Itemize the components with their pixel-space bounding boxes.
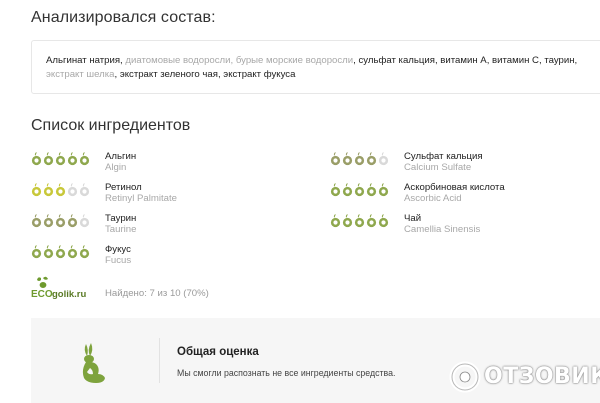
ingredient-latin-name: Taurine: [105, 224, 137, 235]
overall-title: Общая оценка: [177, 346, 259, 358]
ecogolik-logo-eco: ECO: [31, 289, 53, 300]
safety-rating: [31, 152, 90, 166]
composition-part: экстракт шелка: [46, 69, 115, 80]
safety-rating: [330, 183, 389, 197]
ingredient-name: Ретинол: [105, 182, 142, 193]
leaf-filled-icon: [366, 214, 377, 228]
leaf-filled-icon: [79, 245, 90, 259]
leaf-filled-icon: [67, 214, 78, 228]
leaf-filled-icon: [330, 183, 341, 197]
leaf-filled-icon: [31, 214, 42, 228]
leaf-filled-icon: [43, 214, 54, 228]
panel-divider: [159, 338, 160, 383]
composition-part: экстракт зеленого чая: [119, 69, 218, 80]
composition-part: экстракт фукуса: [223, 69, 296, 80]
leaf-filled-icon: [330, 214, 341, 228]
leaf-filled-icon: [330, 152, 341, 166]
overall-subtitle: Мы смогли распознать не все ингредиенты …: [177, 368, 396, 378]
leaf-filled-icon: [378, 214, 389, 228]
leaf-filled-icon: [55, 214, 66, 228]
composition-box: Альгинат натрия, диатомовые водоросли, б…: [31, 40, 600, 94]
leaf-filled-icon: [31, 245, 42, 259]
composition-part: витамин А: [440, 55, 487, 66]
ingredients-heading: Список ингредиентов: [31, 117, 191, 134]
leaf-filled-icon: [43, 152, 54, 166]
leaf-filled-icon: [67, 245, 78, 259]
leaf-filled-icon: [366, 152, 377, 166]
composition-part: диатомовые водоросли: [125, 55, 231, 66]
ingredient-name: Альгин: [105, 151, 137, 162]
leaf-filled-icon: [354, 183, 365, 197]
otzovik-watermark: ОТЗОВИК: [448, 358, 600, 396]
leaf-filled-icon: [67, 152, 78, 166]
leaf-filled-icon: [366, 183, 377, 197]
composition-part: бурые морские водоросли: [235, 55, 354, 66]
leaf-empty-icon: [79, 183, 90, 197]
leaf-empty-icon: [378, 152, 389, 166]
ingredient-latin-name: Ascorbic Acid: [404, 193, 462, 204]
safety-rating: [330, 152, 389, 166]
ingredient-latin-name: Fucus: [105, 255, 132, 266]
composition-part: таурин: [544, 55, 575, 66]
leaf-filled-icon: [31, 183, 42, 197]
leaf-filled-icon: [342, 152, 353, 166]
leaf-filled-icon: [354, 214, 365, 228]
composition-part: витамин С: [492, 55, 539, 66]
leaf-filled-icon: [43, 245, 54, 259]
leaf-filled-icon: [378, 183, 389, 197]
leaf-empty-icon: [79, 214, 90, 228]
composition-part: Альгинат натрия: [46, 55, 121, 66]
leaf-filled-icon: [342, 183, 353, 197]
leaf-filled-icon: [31, 152, 42, 166]
leaf-empty-icon: [67, 183, 78, 197]
leaf-filled-icon: [43, 183, 54, 197]
ingredient-name: Сульфат кальция: [404, 151, 483, 162]
composition-part: ,: [574, 55, 578, 66]
ingredient-name: Аскорбиновая кислота: [404, 182, 505, 193]
found-count: Найдено: 7 из 10 (70%): [105, 288, 209, 299]
ecogolik-logo-golik: golik.ru: [52, 289, 87, 300]
ingredient-name: Чай: [404, 213, 422, 224]
rabbit-icon: [82, 343, 105, 383]
ecogolik-logo[interactable]: ECO golik.ru: [31, 276, 99, 304]
ingredient-latin-name: Retinyl Palmitate: [105, 193, 177, 204]
leaf-filled-icon: [55, 152, 66, 166]
analyzed-heading: Анализировался состав:: [31, 9, 216, 26]
leaf-filled-icon: [55, 245, 66, 259]
leaf-filled-icon: [55, 183, 66, 197]
ingredient-latin-name: Camellia Sinensis: [404, 224, 481, 235]
safety-rating: [31, 183, 90, 197]
leaf-filled-icon: [342, 214, 353, 228]
ingredient-latin-name: Calcium Sulfate: [404, 162, 472, 173]
ingredient-name: Таурин: [105, 213, 137, 224]
leaf-filled-icon: [79, 152, 90, 166]
safety-rating: [31, 245, 90, 259]
ingredient-latin-name: Algin: [105, 162, 127, 173]
composition-part: сульфат кальция: [358, 55, 435, 66]
safety-rating: [31, 214, 90, 228]
safety-rating: [330, 214, 389, 228]
ingredient-name: Фукус: [105, 244, 131, 255]
leaf-filled-icon: [354, 152, 365, 166]
otzovik-text: ОТЗОВИК: [484, 364, 600, 389]
otzovik-ring-icon: [449, 361, 481, 393]
